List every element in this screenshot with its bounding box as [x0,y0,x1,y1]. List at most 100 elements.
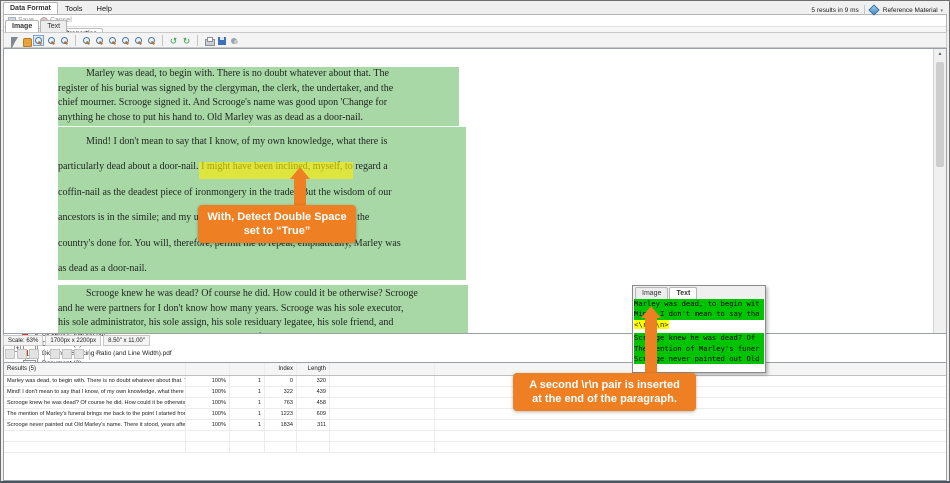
save-icon[interactable] [216,35,227,46]
zoom-in-icon[interactable] [94,35,105,46]
result-length: 458 [297,398,330,408]
result-text: Scrooge never painted out Old Marley's n… [4,420,186,430]
rotate-right-icon[interactable]: ↻ [181,35,192,46]
zoom-window-icon[interactable] [46,35,57,46]
result-text: Marley was dead, to begin with. There is… [4,376,186,386]
results-table-header: Results (5) IndexLength [4,363,946,376]
document-text-line: register of his burial was signed by the… [58,82,459,97]
callout-text: at the end of the paragraph. [519,392,690,406]
result-row[interactable]: Scrooge never painted out Old Marley's n… [4,420,946,431]
scroll-thumb[interactable] [936,62,944,167]
result-index: 0 [265,376,297,386]
viewer-tab-image[interactable]: Image [5,20,39,32]
column-header[interactable]: Length [297,363,330,375]
result-page: 1 [230,420,265,430]
viewer-toolbar: ↺↻ [3,32,947,48]
result-index: 763 [265,398,297,408]
image-print-size: 8.50" x 11.00" [103,335,150,346]
result-length: 439 [297,387,330,397]
deskew-icon[interactable] [29,349,39,359]
result-row[interactable]: Scrooge knew he was dead? Of course he d… [4,398,946,409]
zoom-fit-width-icon[interactable] [133,35,144,46]
column-header[interactable]: Index [265,363,297,375]
paragraph-highlight: Marley was dead, to begin with. There is… [58,67,459,126]
results-strip: 5 results in 9 ms Reference Material ▾ [1,1,949,19]
reference-material-label: Reference Material [883,7,938,14]
callout-crlf-pair: A second \r\n pair is inserted at the en… [513,373,696,411]
result-index: 322 [265,387,297,397]
viewer-scrollbar[interactable]: ▲ [933,49,946,333]
column-header[interactable] [186,363,230,375]
resize-icon[interactable] [62,349,72,359]
reference-material-icon [868,4,879,15]
brightness-icon[interactable] [50,349,60,359]
zoom-page-icon[interactable] [59,35,70,46]
image-viewer[interactable]: Marley was dead, to begin with. There is… [3,48,947,334]
document-text-line: and he were partners for I don't know ho… [58,302,468,317]
result-length: 320 [297,376,330,386]
toolbar-separator [162,35,163,46]
image-pixel-size: 1700px x 2200px [45,335,101,346]
viewer-tab-text[interactable]: Text [40,20,67,32]
document-text-line: anything he chose to put his hand to. Ol… [58,111,459,126]
column-header[interactable] [230,363,265,375]
result-confidence: 100% [186,376,230,386]
popup-tab-text[interactable]: Text [669,287,697,299]
zoom-fit-icon[interactable] [120,35,131,46]
paragraph-highlight: Scrooge knew he was dead? Of course he d… [58,285,468,334]
rotate-left-icon[interactable]: ↺ [168,35,179,46]
result-page: 1 [230,376,265,386]
document-text-line: his sole administrator, his sole assign,… [58,316,468,331]
result-row[interactable]: Mind! I don't mean to say that I know, o… [4,387,946,398]
paragraph-highlight: Mind! I don't mean to say that I know, o… [58,127,466,280]
zoom-out-icon[interactable] [81,35,92,46]
result-index: 1223 [265,409,297,419]
popup-tabstrip: ImageText [633,286,765,299]
zoom-fit-height-icon[interactable] [146,35,157,46]
highlight-detect-double-space [199,162,353,179]
results-summary: 5 results in 9 ms [811,7,858,14]
tab-data-format[interactable]: Data Format [3,2,58,14]
toolbar-separator [44,349,45,360]
rotate-icon[interactable] [74,349,84,359]
toolbar-separator [197,35,198,46]
result-row[interactable]: The mention of Marley's funeral brings m… [4,409,946,420]
result-page: 1 [230,398,265,408]
results-table: Results (5) IndexLength Marley was dead, t… [3,362,947,481]
zoom-actual-icon[interactable] [107,35,118,46]
document-page: Marley was dead, to begin with. There is… [4,49,933,333]
callout-text: set to “True” [204,224,350,238]
result-confidence: 100% [186,409,230,419]
image-edit-toolbar: ↶ [3,347,947,361]
toolbar-separator [75,35,76,46]
toolbar-separator [89,349,90,360]
crop-icon[interactable] [17,349,27,359]
viewer-tabstrip: ImageText [3,19,68,32]
pointer-icon[interactable] [7,35,18,46]
select-region-icon[interactable] [5,349,15,359]
result-confidence: 100% [186,387,230,397]
result-length: 609 [297,409,330,419]
separator [864,5,865,15]
scroll-up-icon[interactable]: ▲ [934,49,946,60]
popup-tab-image[interactable]: Image [635,287,668,299]
zoom-select-icon[interactable] [33,35,44,46]
reference-dropdown-icon: ▾ [940,8,943,14]
settings-icon[interactable] [229,35,240,46]
callout-text: With, Detect Double Space [204,210,350,224]
reference-material-button[interactable]: Reference Material ▾ [883,7,943,14]
column-header[interactable]: Results (5) [4,363,186,375]
column-header [330,363,435,375]
undo-icon[interactable]: ↶ [95,349,105,359]
result-text: Mind! I don't mean to say that I know, o… [4,387,186,397]
zoom-level: Scale: 63% [3,335,43,346]
hand-icon[interactable] [20,35,31,46]
viewer-status-bar: Scale: 63% 1700px x 2200px 8.50" x 11.00… [3,334,947,347]
document-text-line: chief mourner. Scrooge signed it. And Sc… [58,96,459,111]
callout-text: A second \r\n pair is inserted [519,378,690,392]
print-icon[interactable] [203,35,214,46]
result-index: 1834 [265,420,297,430]
result-row[interactable]: Marley was dead, to begin with. There is… [4,376,946,387]
result-confidence: 100% [186,420,230,430]
document-text-line: Marley was dead, to begin with. There is… [58,67,459,82]
